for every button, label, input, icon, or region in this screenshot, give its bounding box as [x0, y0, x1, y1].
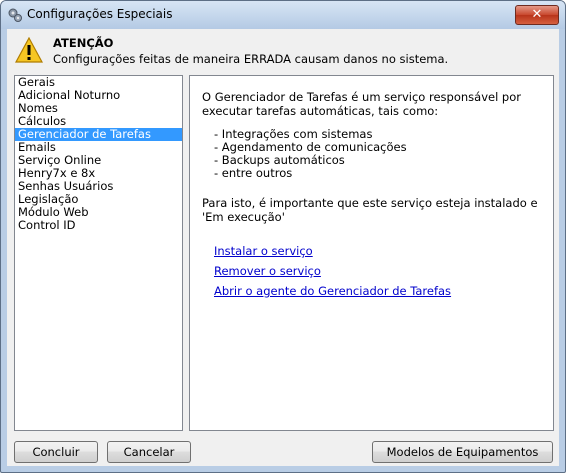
feature-item: - entre outros: [214, 166, 293, 180]
warning-title: ATENÇÃO: [53, 36, 114, 50]
warning-text: Configurações feitas de maneira ERRADA c…: [53, 52, 449, 66]
list-item[interactable]: Control ID: [15, 219, 182, 232]
install-service-link[interactable]: Instalar o serviço: [214, 244, 313, 258]
gear-icon: [8, 8, 22, 22]
settings-category-list[interactable]: Gerais Adicional Noturno Nomes Cálculos Gere…: [14, 75, 183, 431]
window-title: Configurações Especiais: [27, 7, 173, 21]
remove-service-link[interactable]: Remover o serviço: [214, 264, 321, 278]
intro-line-2: executar tarefas automáticas, tais como:: [202, 104, 439, 118]
note-line-1: Para isto, é importante que este serviço…: [202, 196, 538, 210]
close-button[interactable]: ✕: [515, 5, 559, 25]
task-manager-panel: O Gerenciador de Tarefas é um serviço re…: [189, 75, 554, 431]
cancel-button[interactable]: Cancelar: [107, 441, 191, 463]
warning-icon: [15, 37, 43, 63]
equipment-models-button[interactable]: Modelos de Equipamentos: [372, 441, 553, 463]
settings-window: Configurações Especiais ✕ ATENÇÃO Config…: [0, 0, 566, 473]
title-bar: Configurações Especiais ✕: [1, 1, 565, 29]
open-agent-link[interactable]: Abrir o agente do Gerenciador de Tarefas: [214, 284, 451, 298]
intro-line-1: O Gerenciador de Tarefas é um serviço re…: [202, 90, 521, 104]
close-icon: ✕: [531, 7, 543, 22]
window-client-area: ATENÇÃO Configurações feitas de maneira …: [7, 29, 559, 466]
conclude-button[interactable]: Concluir: [14, 441, 98, 463]
note-line-2: 'Em execução': [202, 210, 285, 224]
feature-list: - Integrações com sistemas - Agendamento…: [214, 128, 407, 180]
